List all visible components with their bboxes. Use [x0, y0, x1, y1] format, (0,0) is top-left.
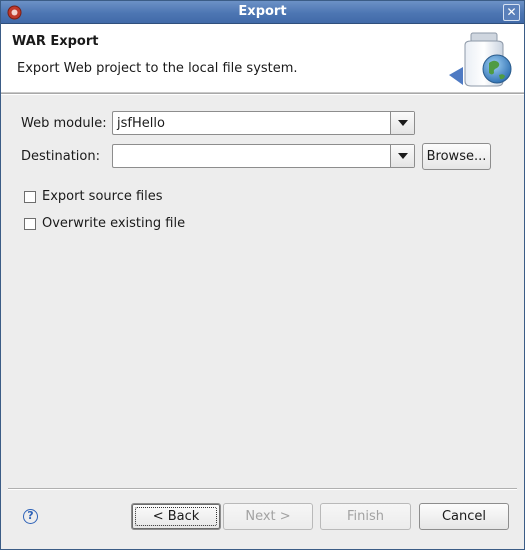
next-label: Next >	[245, 509, 291, 524]
title-bar[interactable]: Export ✕	[1, 1, 524, 24]
jar-globe-export-icon	[449, 32, 512, 87]
destination-combo[interactable]	[112, 144, 415, 168]
overwrite-label: Overwrite existing file	[42, 216, 186, 231]
web-module-dropdown-button[interactable]	[390, 112, 414, 134]
header-separator	[1, 93, 524, 95]
help-icon[interactable]: ?	[23, 509, 38, 524]
back-button[interactable]: < Back	[131, 503, 221, 530]
wizard-description: Export Web project to the local file sys…	[17, 61, 298, 76]
export-source-checkbox[interactable]	[24, 191, 36, 203]
focus-ring	[135, 507, 217, 526]
wizard-title: WAR Export	[12, 34, 99, 49]
destination-dropdown-button[interactable]	[390, 145, 414, 167]
export-dialog: Export ✕ WAR Export Export Web project t…	[0, 0, 525, 550]
export-source-option[interactable]: Export source files	[24, 189, 224, 205]
web-module-value: jsfHello	[117, 116, 165, 131]
web-module-label: Web module:	[21, 116, 107, 131]
browse-label: Browse...	[426, 149, 487, 164]
chevron-down-icon	[398, 120, 408, 126]
window-title: Export	[238, 4, 287, 19]
web-module-combo[interactable]: jsfHello	[112, 111, 415, 135]
footer-separator	[8, 488, 517, 490]
next-button[interactable]: Next >	[223, 503, 313, 530]
finish-label: Finish	[346, 509, 384, 524]
close-button[interactable]: ✕	[503, 4, 520, 21]
destination-label: Destination:	[21, 149, 100, 164]
export-source-label: Export source files	[42, 189, 163, 204]
chevron-down-icon	[398, 153, 408, 159]
browse-button[interactable]: Browse...	[422, 143, 491, 170]
finish-button[interactable]: Finish	[320, 503, 411, 530]
cancel-label: Cancel	[441, 509, 487, 524]
cancel-button[interactable]: Cancel	[419, 503, 509, 530]
overwrite-checkbox[interactable]	[24, 218, 36, 230]
wizard-header: WAR Export Export Web project to the loc…	[1, 24, 524, 93]
overwrite-option[interactable]: Overwrite existing file	[24, 216, 224, 232]
